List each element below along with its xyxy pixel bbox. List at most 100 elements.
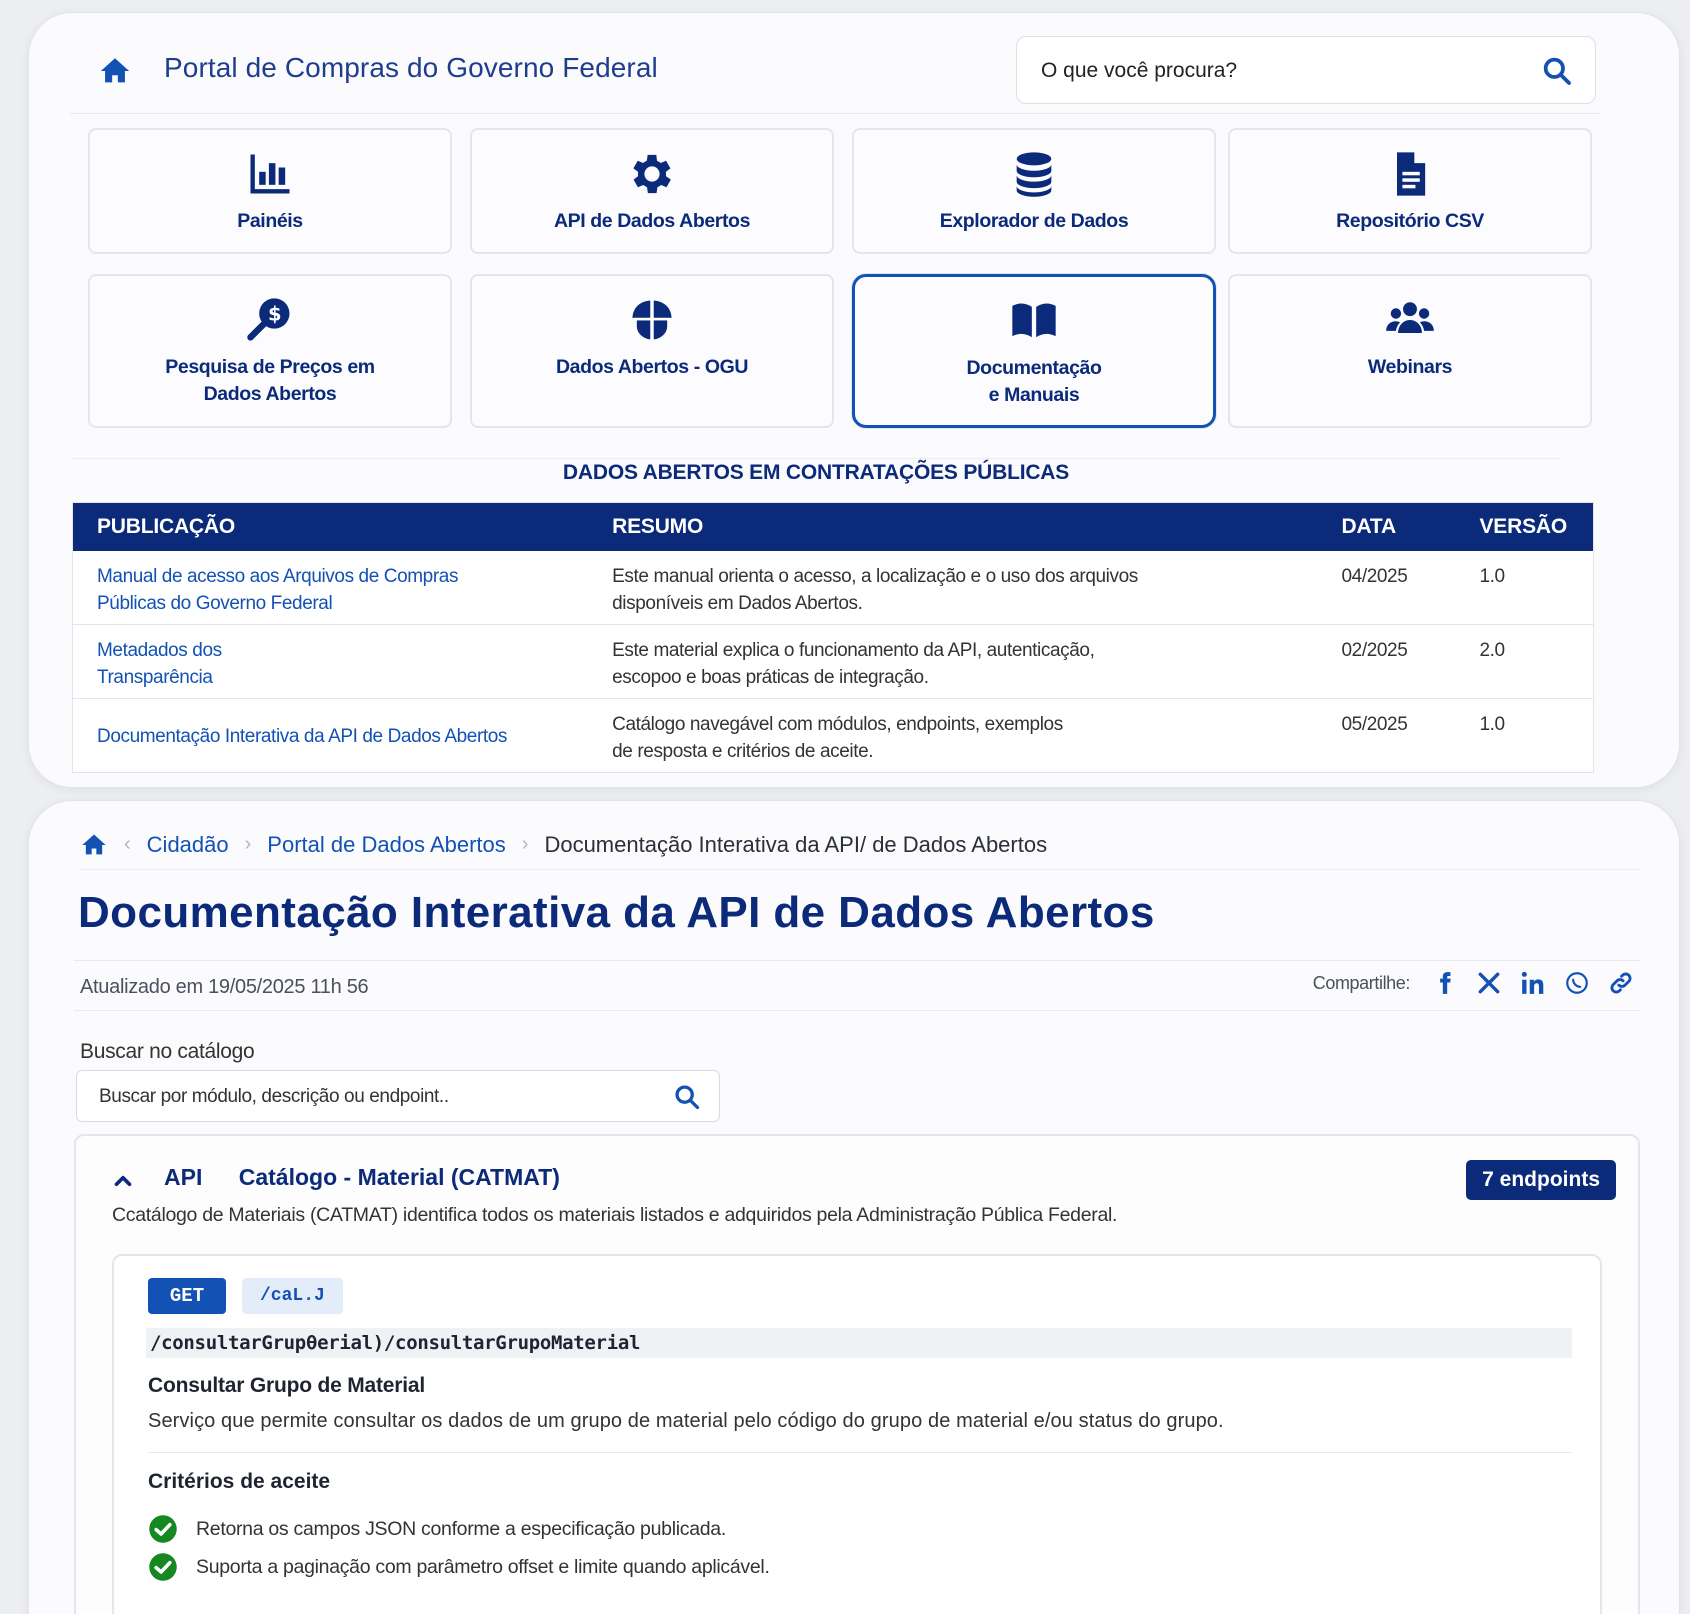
share-label: Compartilhe:: [1312, 972, 1411, 993]
publication-link-line1: Metadados dos: [97, 640, 222, 661]
http-method-badge: GET: [148, 1278, 226, 1314]
tile-label: Webinars: [1367, 356, 1453, 378]
check-circle-icon: [149, 1553, 177, 1581]
publication-cell: Metadados dos Transparência: [73, 625, 589, 699]
date-cell: 02/2025: [1341, 640, 1408, 661]
version-cell: 1.0: [1479, 714, 1505, 735]
divider: [74, 960, 1640, 961]
table-header-row: PUBLICAÇÃO RESUMO DATA VERSÃO: [72, 502, 1594, 551]
users-icon: [1386, 302, 1434, 333]
criteria-list: Retorna os campos JSON conforme a especi…: [148, 1510, 770, 1586]
module-title[interactable]: API Catálogo - Material (CATMAT): [164, 1164, 560, 1191]
page-title: Documentação Interativa da API de Dados …: [78, 888, 1155, 937]
breadcrumb-separator-icon: ›: [244, 833, 252, 855]
breadcrumb-current: Documentação Interativa da API/ de Dados…: [544, 831, 1048, 857]
portal-search: [1016, 36, 1596, 104]
section-heading: DADOS ABERTOS EM CONTRATAÇÕES PÚBLICAS: [72, 458, 1560, 485]
divider: [74, 1010, 1640, 1011]
breadcrumb-separator-icon: ›: [521, 833, 529, 855]
portal-title[interactable]: Portal de Compras do Governo Federal: [164, 52, 658, 84]
publication-cell: Documentação Interativa da API de Dados …: [73, 699, 589, 773]
tile-label: Painéis: [237, 210, 303, 232]
tile-dados-abertos-ogu[interactable]: Dados Abertos - OGU: [470, 274, 834, 428]
divider: [148, 1452, 1572, 1453]
column-header: RESUMO: [612, 514, 704, 538]
chart-bars-icon: [250, 154, 290, 194]
summary-cell: Catálogo navegável com módulos, endpoint…: [588, 699, 1317, 773]
tile-label-line2: e Manuais: [988, 384, 1080, 406]
table-row: Manual de acesso aos Arquivos de Compras…: [72, 551, 1594, 625]
linkedin-icon[interactable]: [1518, 968, 1548, 998]
tile-pesquisa-precos[interactable]: $ Pesquisa de Preços em Dados Abertos: [88, 274, 452, 428]
summary-cell: Este material explica o funcionamento da…: [588, 625, 1317, 699]
criteria-text: Suporta a paginação com parâmetro offset…: [196, 1555, 770, 1578]
endpoint-title: Consultar Grupo de Material: [148, 1374, 425, 1397]
search-icon[interactable]: [673, 1083, 701, 1111]
version-cell: 2.0: [1479, 640, 1505, 661]
tile-label: Dados Abertos - OGU: [555, 356, 749, 378]
column-header: DATA: [1341, 514, 1397, 538]
tile-api-dados-abertos[interactable]: API de Dados Abertos: [470, 128, 834, 254]
table-row: Metadados dos Transparência Este material…: [72, 625, 1594, 699]
chevron-up-icon[interactable]: [110, 1168, 136, 1194]
portal-search-input[interactable]: [1041, 55, 1521, 87]
book-icon: [1012, 303, 1056, 338]
price-search-icon: $: [247, 298, 290, 341]
updated-timestamp: Atualizado em 19/05/2025 11h 56: [80, 976, 369, 998]
home-icon[interactable]: [98, 54, 132, 88]
list-item: Retorna os campos JSON conforme a especi…: [148, 1510, 770, 1548]
module-name: Catálogo - Material (CATMAT): [238, 1164, 560, 1190]
tile-paineis[interactable]: Painéis: [88, 128, 452, 254]
facebook-icon[interactable]: [1430, 968, 1460, 998]
search-icon[interactable]: [1541, 55, 1573, 87]
summary-line1: Este manual orienta o acesso, a localiza…: [612, 565, 1138, 587]
breadcrumb-item-portal-dados-abertos[interactable]: Portal de Dados Abertos: [267, 832, 505, 858]
module-accordion: API Catálogo - Material (CATMAT) 7 endpo…: [74, 1134, 1640, 1614]
x-icon[interactable]: [1474, 968, 1504, 998]
publication-link-line2: Públicas do Governo Federal: [97, 592, 333, 614]
column-header: PUBLICAÇÃO: [97, 514, 235, 538]
date-cell: 05/2025: [1341, 714, 1408, 735]
tile-documentacao-manuais[interactable]: Documentação e Manuais: [852, 274, 1216, 428]
column-header: VERSÃO: [1479, 514, 1567, 538]
database-icon: [1016, 152, 1052, 197]
breadcrumb: ‹ Cidadão › Portal de Dados Abertos › Do…: [80, 828, 1640, 870]
portal-header: Portal de Compras do Governo Federal: [70, 36, 1600, 114]
home-icon[interactable]: [80, 831, 108, 859]
tile-label-line1: Documentação: [966, 357, 1102, 379]
catalog-search-input[interactable]: [99, 1083, 639, 1111]
share-bar: Compartilhe:: [1313, 968, 1636, 998]
publication-link-line1: Manual de acesso aos Arquivos de Compras: [97, 565, 459, 587]
tile-label: Explorador de Dados: [939, 210, 1129, 232]
svg-text:$: $: [268, 303, 281, 326]
summary-line2: disponíveis em Dados Abertos.: [612, 592, 863, 614]
breadcrumb-item-cidadao[interactable]: Cidadão: [147, 832, 229, 858]
criteria-text: Retorna os campos JSON conforme a especi…: [196, 1517, 726, 1540]
summary-line1: Catálogo navegável com módulos, endpoint…: [612, 714, 1063, 735]
summary-cell: Este manual orienta o acesso, a localiza…: [588, 551, 1317, 625]
module-api-tag: API: [164, 1164, 203, 1190]
summary-line2: de resposta e critérios de aceite.: [612, 741, 874, 762]
publication-link[interactable]: Metadados dos Transparência: [97, 640, 222, 688]
module-description: Ccatálogo de Materiais (CATMAT) identifi…: [112, 1204, 1118, 1226]
publication-cell: Manual de acesso aos Arquivos de Compras…: [73, 551, 589, 625]
catalog-search: [76, 1070, 720, 1122]
tile-label: API de Dados Abertos: [553, 210, 751, 232]
version-cell: 1.0: [1479, 565, 1505, 587]
tile-explorador-dados[interactable]: Explorador de Dados: [852, 128, 1216, 254]
tile-webinars[interactable]: Webinars: [1228, 274, 1592, 428]
link-icon[interactable]: [1606, 968, 1636, 998]
publications-table: PUBLICAÇÃO RESUMO DATA VERSÃO Manual de …: [72, 502, 1594, 773]
summary-line2: escopoo e boas práticas de integração.: [612, 667, 929, 688]
table-row: Documentação Interativa da API de Dados …: [73, 699, 1594, 773]
endpoint-card: GET /caL.J /consultarGrupθerial)/consult…: [112, 1254, 1602, 1614]
publication-link[interactable]: Manual de acesso aos Arquivos de Compras…: [97, 566, 458, 614]
publication-link-line2: Transparência: [97, 667, 213, 688]
breadcrumb-separator-icon: ‹: [124, 833, 131, 855]
tile-label: Repositório CSV: [1336, 210, 1484, 232]
endpoint-count-badge: 7 endpoints: [1466, 1160, 1616, 1200]
publication-link[interactable]: Documentação Interativa da API de Dados …: [97, 726, 507, 747]
tile-repositorio-csv[interactable]: Repositório CSV: [1228, 128, 1592, 254]
file-icon: [1397, 152, 1426, 196]
whatsapp-icon[interactable]: [1562, 968, 1592, 998]
